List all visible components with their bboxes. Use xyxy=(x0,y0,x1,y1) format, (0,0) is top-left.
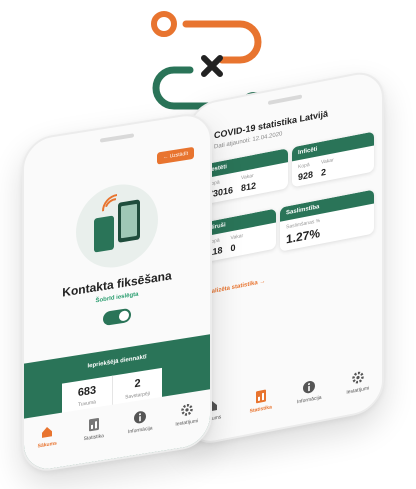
stat-card-infected[interactable]: Inficēti Kopā 928 Vakar 2 xyxy=(292,131,374,188)
tab-label: Statistika xyxy=(83,433,104,443)
gear-icon xyxy=(352,371,364,384)
tab-information[interactable]: Informācija xyxy=(289,376,329,407)
stat-card-tested[interactable]: Testēti Kopā 73016 Vakar 812 xyxy=(202,148,288,205)
phone-speaker xyxy=(268,94,302,106)
phones-illustration xyxy=(76,178,158,274)
tab-statistics[interactable]: Statistika xyxy=(241,386,281,417)
info-icon xyxy=(134,411,147,424)
tab-label: Iestatījumi xyxy=(346,385,370,396)
phones-bluetooth-icon xyxy=(94,193,140,253)
logo-orange-circle-icon xyxy=(151,11,177,37)
tracking-toggle[interactable] xyxy=(103,307,131,327)
chart-icon xyxy=(88,417,99,432)
stat-card-deaths[interactable]: Miruši Kopā 118 Vakar 0 xyxy=(202,208,276,263)
stat-card-morbidity[interactable]: Saslimstība Saslimšanas % 1.27% xyxy=(280,189,374,252)
tab-settings[interactable]: Iestatījumi xyxy=(167,400,207,450)
stat-value: 2 xyxy=(321,166,327,178)
tab-label: Iestatījumi xyxy=(175,418,199,428)
gear-icon xyxy=(181,404,193,416)
tab-label: Informācija xyxy=(128,425,153,436)
info-icon xyxy=(303,380,316,394)
tab-information[interactable]: Informācija xyxy=(120,407,160,457)
logo-x-icon xyxy=(201,55,223,77)
stat-value: 928 xyxy=(298,169,314,183)
stats-tabbar: Sākums Statistika Informācija Iestatījum… xyxy=(188,355,382,446)
tab-settings[interactable]: Iestatījumi xyxy=(338,367,378,398)
tab-statistics[interactable]: Statistika xyxy=(74,414,114,464)
phone-speaker xyxy=(100,133,134,143)
stat-value: 812 xyxy=(241,180,257,194)
contact-phone: ← Uzstādīt Kontakta fiksēšana Šobrīd ies… xyxy=(22,109,212,476)
stats-phone: COVID-19 statistika Latvijā Dati atjauno… xyxy=(186,67,384,448)
chart-icon xyxy=(255,389,266,404)
toggle-knob xyxy=(119,310,129,322)
logo-orange-path-icon xyxy=(182,20,262,64)
tab-label: Sākums xyxy=(37,440,57,450)
tab-label: Informācija xyxy=(297,394,322,406)
stat-value: 0 xyxy=(230,242,236,254)
tab-home[interactable]: Sākums xyxy=(27,422,67,472)
home-icon xyxy=(42,427,53,438)
tab-label: Statistika xyxy=(249,404,272,415)
back-button[interactable]: ← Uzstādīt xyxy=(157,146,194,165)
